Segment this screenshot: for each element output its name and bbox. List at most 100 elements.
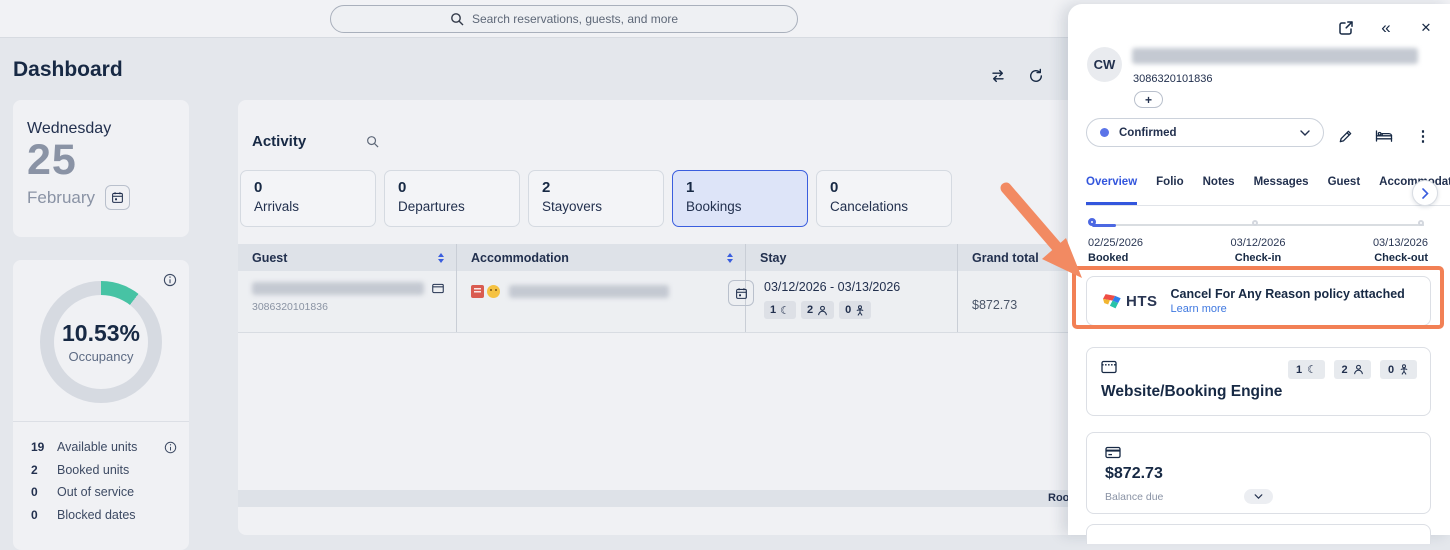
reservation-id: 3086320101836 — [1133, 73, 1213, 85]
sort-icon[interactable] — [438, 253, 444, 263]
learn-more-link[interactable]: Learn more — [1171, 303, 1405, 315]
edit-icon[interactable] — [1334, 125, 1356, 147]
timeline-dot-booked — [1088, 218, 1096, 226]
tab-messages[interactable]: Messages — [1254, 176, 1309, 205]
calendar-button[interactable] — [728, 280, 754, 306]
smiley-emoji — [487, 285, 500, 298]
person-icon — [1353, 364, 1364, 375]
info-icon[interactable] — [163, 273, 177, 287]
stat-tab-stayovers[interactable]: 2 Stayovers — [528, 170, 664, 227]
reservation-timeline: 02/25/2026 Booked 03/12/2026 Check-in 03… — [1088, 217, 1428, 263]
guest-cell: 3086320101836 — [238, 271, 456, 332]
child-icon — [855, 305, 865, 316]
info-icon[interactable] — [164, 441, 177, 454]
hotel-emoji — [471, 285, 484, 298]
stat-out-of-service: 0 Out of service — [13, 481, 189, 503]
bed-icon[interactable] — [1373, 125, 1395, 147]
moon-icon: ☾ — [1307, 363, 1317, 376]
balance-card: $872.73 Balance due — [1086, 432, 1431, 514]
booking-source-title: Website/Booking Engine — [1101, 383, 1416, 401]
person-icon — [817, 305, 828, 316]
calendar-button[interactable] — [105, 185, 130, 210]
column-header-stay[interactable]: Stay — [745, 244, 957, 271]
footer-text: Roo — [1048, 492, 1069, 504]
date-card: Wednesday 25 February — [13, 100, 189, 237]
open-new-window-icon[interactable] — [1336, 18, 1356, 38]
timeline-checkin: 03/12/2026 Check-in — [1230, 237, 1285, 264]
guest-name-redacted — [252, 282, 424, 295]
search-placeholder: Search reservations, guests, and more — [472, 12, 678, 26]
collapse-panel-icon[interactable]: « — [1376, 18, 1396, 38]
hts-logo-icon — [1103, 292, 1122, 310]
tab-folio[interactable]: Folio — [1156, 176, 1183, 205]
kebab-menu-icon[interactable]: ⋮ — [1412, 125, 1434, 147]
balance-amount: $872.73 — [1105, 465, 1412, 483]
hts-brand: HTS — [1126, 293, 1158, 310]
tab-overview[interactable]: Overview — [1086, 176, 1137, 205]
close-icon[interactable]: ✕ — [1416, 18, 1436, 38]
status-dot — [1100, 128, 1109, 137]
date-month: February — [27, 188, 95, 208]
timeline-checkout: 03/13/2026 Check-out — [1373, 237, 1428, 264]
reservation-detail-panel: « ✕ CW 3086320101836 + Confirmed ⋮ Overv… — [1068, 4, 1450, 535]
children-badge: 0 — [1380, 360, 1417, 379]
stay-cell: 03/12/2026 - 03/13/2026 1 ☾ 2 — [745, 271, 957, 332]
stay-dates: 03/12/2026 - 03/13/2026 — [764, 280, 900, 294]
add-tag-button[interactable]: + — [1134, 91, 1163, 108]
column-header-guest[interactable]: Guest — [238, 244, 456, 271]
adults-badge: 2 — [1334, 360, 1371, 379]
date-day: 25 — [27, 138, 175, 183]
divider — [13, 421, 189, 422]
stat-booked-units: 2 Booked units — [13, 459, 189, 481]
policy-title: Cancel For Any Reason policy attached — [1171, 287, 1405, 301]
stat-available-units: 19 Available units — [13, 436, 189, 458]
stat-tab-bookings[interactable]: 1 Bookings — [672, 170, 808, 227]
tab-guest[interactable]: Guest — [1328, 176, 1361, 205]
status-dropdown[interactable]: Confirmed — [1086, 118, 1324, 147]
booking-source-card: 1 ☾ 2 0 Website/Booking Engine — [1086, 347, 1431, 416]
timeline-dot-checkout — [1418, 220, 1424, 226]
occupancy-card: 10.53% Occupancy 19 Available units 2 Bo… — [13, 260, 189, 550]
column-header-accommodation[interactable]: Accommodation — [456, 244, 745, 271]
search-icon — [450, 12, 464, 26]
refresh-icon[interactable] — [1024, 64, 1048, 88]
sort-icon[interactable] — [727, 253, 733, 263]
activity-title: Activity — [252, 133, 306, 150]
child-icon — [1399, 364, 1409, 375]
tabs-scroll-right-button[interactable] — [1412, 180, 1438, 206]
stat-tab-arrivals[interactable]: 0 Arrivals — [240, 170, 376, 227]
activity-stat-tabs: 0 Arrivals 0 Departures 2 Stayovers 1 Bo… — [240, 170, 952, 227]
status-label: Confirmed — [1119, 127, 1177, 139]
credit-card-icon — [1105, 446, 1412, 459]
guest-name-redacted — [1132, 48, 1418, 64]
page-title: Dashboard — [13, 58, 123, 82]
next-card-partial — [1086, 524, 1431, 544]
timeline-booked: 02/25/2026 Booked — [1088, 237, 1143, 264]
moon-icon: ☾ — [780, 304, 790, 317]
nights-badge: 1 ☾ — [764, 301, 796, 319]
occupancy-label: Occupancy — [68, 349, 133, 364]
occupancy-percent: 10.53% — [62, 320, 140, 347]
chevron-down-icon — [1300, 130, 1310, 136]
tab-notes[interactable]: Notes — [1203, 176, 1235, 205]
stat-tab-departures[interactable]: 0 Departures — [384, 170, 520, 227]
reservation-id: 3086320101836 — [252, 301, 456, 313]
global-search-input[interactable]: Search reservations, guests, and more — [330, 5, 798, 33]
hts-logo: HTS — [1103, 292, 1158, 310]
accommodation-cell — [456, 271, 745, 332]
avatar: CW — [1087, 47, 1122, 82]
occupancy-stats: 19 Available units 2 Booked units 0 Out … — [13, 436, 189, 526]
balance-expand-button[interactable] — [1244, 489, 1273, 504]
swap-icon[interactable] — [986, 64, 1010, 88]
stat-tab-cancelations[interactable]: 0 Cancelations — [816, 170, 952, 227]
timeline-dot-checkin — [1252, 220, 1258, 226]
nights-badge: 1 ☾ — [1288, 360, 1325, 379]
panel-tabs: Overview Folio Notes Messages Guest Acco… — [1086, 176, 1450, 206]
children-badge: 0 — [839, 301, 871, 319]
stat-blocked-dates: 0 Blocked dates — [13, 504, 189, 526]
activity-search-icon[interactable] — [366, 135, 379, 148]
cancellation-policy-card: HTS Cancel For Any Reason policy attache… — [1086, 276, 1431, 326]
window-icon — [432, 283, 444, 294]
accommodation-name-redacted — [509, 285, 669, 298]
adults-badge: 2 — [801, 301, 834, 319]
